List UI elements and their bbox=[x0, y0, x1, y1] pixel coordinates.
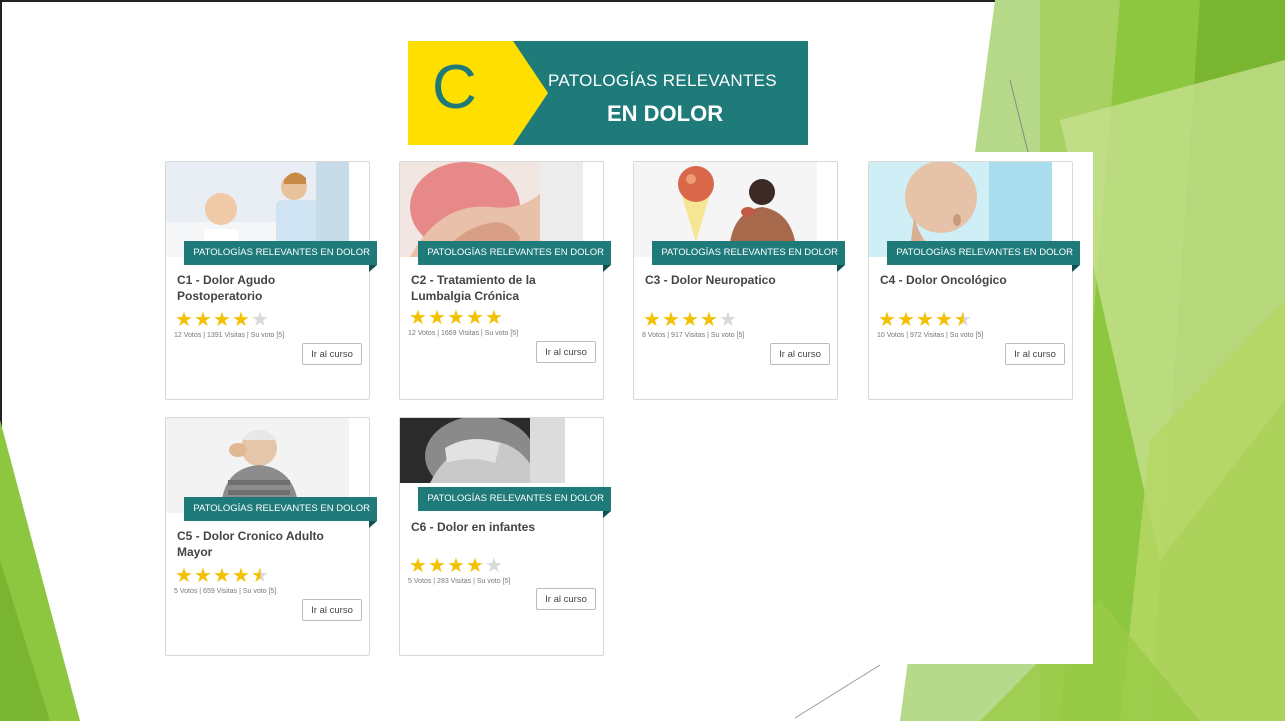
go-to-course-button[interactable]: Ir al curso bbox=[1005, 343, 1065, 365]
course-image bbox=[400, 418, 565, 483]
star-half-icon[interactable]: ★ bbox=[251, 566, 270, 586]
course-category-tag: PATOLOGÍAS RELEVANTES EN DOLOR bbox=[887, 241, 1080, 272]
star-icon[interactable]: ★ bbox=[935, 310, 954, 330]
star-icon[interactable]: ★ bbox=[428, 556, 447, 576]
star-icon[interactable]: ★ bbox=[643, 310, 662, 330]
course-title[interactable]: C3 - Dolor Neuropatico bbox=[645, 272, 830, 288]
star-icon[interactable]: ★ bbox=[466, 556, 485, 576]
course-card[interactable]: PATOLOGÍAS RELEVANTES EN DOLOR C1 - Dolo… bbox=[165, 161, 377, 400]
star-icon[interactable]: ★ bbox=[897, 310, 916, 330]
star-icon[interactable]: ★ bbox=[878, 310, 897, 330]
course-category-tag: PATOLOGÍAS RELEVANTES EN DOLOR bbox=[418, 241, 611, 272]
star-icon[interactable]: ★ bbox=[409, 308, 428, 328]
course-card[interactable]: PATOLOGÍAS RELEVANTES EN DOLOR C3 - Dolo… bbox=[633, 161, 845, 400]
go-to-course-button[interactable]: Ir al curso bbox=[302, 343, 362, 365]
star-icon[interactable]: ★ bbox=[409, 556, 428, 576]
go-to-course-button[interactable]: Ir al curso bbox=[536, 341, 596, 363]
star-icon[interactable]: ★ bbox=[232, 566, 251, 586]
star-icon[interactable]: ★ bbox=[681, 310, 700, 330]
course-category-tag: PATOLOGÍAS RELEVANTES EN DOLOR bbox=[184, 241, 377, 272]
star-icon[interactable]: ★ bbox=[662, 310, 681, 330]
rating-stars[interactable]: ★★★★★ bbox=[175, 566, 270, 586]
star-icon[interactable]: ★ bbox=[194, 310, 213, 330]
rating-stars[interactable]: ★★★★★ bbox=[643, 310, 738, 330]
course-card[interactable]: PATOLOGÍAS RELEVANTES EN DOLOR C4 - Dolo… bbox=[868, 161, 1080, 400]
star-icon[interactable]: ★ bbox=[916, 310, 935, 330]
course-title[interactable]: C5 - Dolor Cronico Adulto Mayor bbox=[177, 528, 362, 560]
star-icon[interactable]: ★ bbox=[485, 308, 504, 328]
course-title[interactable]: C1 - Dolor Agudo Postoperatorio bbox=[177, 272, 362, 304]
rating-stars[interactable]: ★★★★★ bbox=[175, 310, 270, 330]
category-banner: C PATOLOGÍAS RELEVANTES EN DOLOR bbox=[408, 41, 808, 145]
course-stats: 8 Votos | 917 Visitas | Su voto [5] bbox=[642, 332, 745, 339]
course-title[interactable]: C2 - Tratamiento de la Lumbalgia Crónica bbox=[411, 272, 596, 304]
course-category-tag: PATOLOGÍAS RELEVANTES EN DOLOR bbox=[418, 487, 611, 518]
star-half-icon[interactable]: ★ bbox=[954, 310, 973, 330]
star-icon[interactable]: ★ bbox=[213, 310, 232, 330]
course-title[interactable]: C6 - Dolor en infantes bbox=[411, 519, 596, 535]
rating-stars[interactable]: ★★★★★ bbox=[878, 310, 973, 330]
go-to-course-button[interactable]: Ir al curso bbox=[770, 343, 830, 365]
star-icon[interactable]: ★ bbox=[700, 310, 719, 330]
go-to-course-button[interactable]: Ir al curso bbox=[302, 599, 362, 621]
star-icon[interactable]: ★ bbox=[175, 310, 194, 330]
course-stats: 12 Votos | 1669 Visitas | Su voto [5] bbox=[408, 330, 519, 337]
course-stats: 5 Votos | 283 Visitas | Su voto [5] bbox=[408, 578, 511, 585]
go-to-course-button[interactable]: Ir al curso bbox=[536, 588, 596, 610]
star-icon[interactable]: ★ bbox=[466, 308, 485, 328]
star-icon[interactable]: ★ bbox=[194, 566, 213, 586]
course-stats: 12 Votos | 1391 Visitas | Su voto [5] bbox=[174, 332, 285, 339]
rating-stars[interactable]: ★★★★★ bbox=[409, 308, 504, 328]
star-icon[interactable]: ★ bbox=[232, 310, 251, 330]
course-title[interactable]: C4 - Dolor Oncológico bbox=[880, 272, 1065, 288]
banner-title-line2: EN DOLOR bbox=[607, 101, 724, 126]
star-empty-icon[interactable]: ★ bbox=[485, 556, 504, 576]
course-category-tag: PATOLOGÍAS RELEVANTES EN DOLOR bbox=[652, 241, 845, 272]
rating-stars[interactable]: ★★★★★ bbox=[409, 556, 504, 576]
course-card[interactable]: PATOLOGÍAS RELEVANTES EN DOLOR C5 - Dolo… bbox=[165, 417, 377, 656]
star-icon[interactable]: ★ bbox=[213, 566, 232, 586]
star-icon[interactable]: ★ bbox=[175, 566, 194, 586]
course-stats: 10 Votos | 972 Visitas | Su voto [5] bbox=[877, 332, 984, 339]
course-category-tag: PATOLOGÍAS RELEVANTES EN DOLOR bbox=[184, 497, 377, 528]
star-icon[interactable]: ★ bbox=[428, 308, 447, 328]
course-card[interactable]: PATOLOGÍAS RELEVANTES EN DOLOR C2 - Trat… bbox=[399, 161, 611, 400]
banner-title-line1: PATOLOGÍAS RELEVANTES bbox=[548, 71, 777, 90]
banner-letter: C bbox=[432, 53, 477, 122]
course-stats: 5 Votos | 659 Visitas | Su voto [5] bbox=[174, 588, 277, 595]
star-icon[interactable]: ★ bbox=[447, 556, 466, 576]
star-empty-icon[interactable]: ★ bbox=[251, 310, 270, 330]
star-icon[interactable]: ★ bbox=[447, 308, 466, 328]
star-empty-icon[interactable]: ★ bbox=[719, 310, 738, 330]
course-card[interactable]: PATOLOGÍAS RELEVANTES EN DOLOR C6 - Dolo… bbox=[399, 417, 611, 656]
